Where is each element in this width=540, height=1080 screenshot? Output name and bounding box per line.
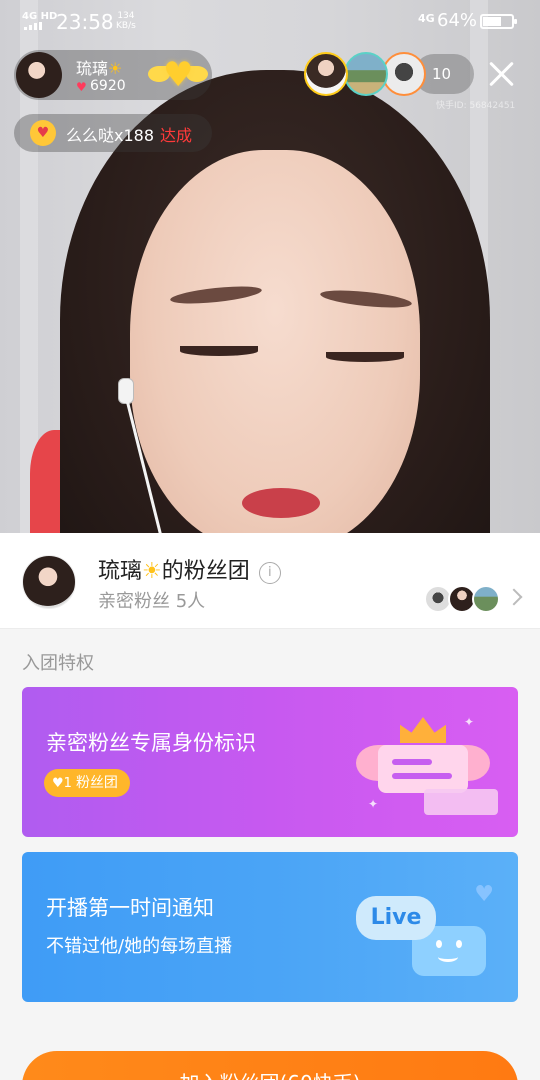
heart-level-icon: ♥1: [52, 776, 72, 791]
gold-heart-icon: ♥: [163, 55, 194, 95]
streamer-face: [130, 150, 420, 533]
fan-badge: ♥1 粉丝团: [44, 769, 130, 797]
privilege-title: 亲密粉丝专属身份标识: [46, 731, 256, 755]
kiss-emoji-icon: ♥: [30, 120, 56, 146]
live-bubble-icon: Live: [356, 896, 436, 940]
host-likes: 6920: [90, 78, 126, 94]
badge-level: 1: [63, 776, 72, 791]
nameplate-icon: [424, 789, 498, 815]
fan-group-sheet: 琉璃☀的粉丝团 i 亲密粉丝 5人 入团特权 亲密粉丝专属身份标识 ♥1 粉丝团 …: [0, 533, 540, 1080]
network-label-right: 4G: [418, 12, 435, 25]
battery-percent: 64%: [437, 10, 478, 31]
host-name-text: 琉璃: [76, 59, 109, 78]
live-video[interactable]: 4G HD 23:58 134 KB/s 4G 64% 琉璃☀ ♥ 6920 ♥…: [0, 0, 540, 533]
network-label: 4G HD: [22, 11, 58, 22]
status-bar: 4G HD 23:58 134 KB/s 4G 64%: [0, 0, 540, 44]
host-name: 琉璃☀: [76, 55, 122, 79]
sparkle-icon: ✦: [368, 797, 379, 811]
signal-icon: [24, 22, 46, 30]
viewer-avatar[interactable]: [382, 52, 426, 96]
kiss-task-text: 么么哒x188: [66, 126, 155, 145]
sun-icon: ☀: [108, 59, 123, 78]
close-icon[interactable]: [486, 58, 518, 90]
streamer-eye: [326, 352, 404, 362]
streamer-lips: [242, 488, 320, 518]
fan-group-title-suffix: 的粉丝团: [161, 559, 250, 584]
heart-icon: ♥: [474, 882, 494, 907]
join-fan-group-button[interactable]: 加入粉丝团(60快币): [22, 1051, 518, 1080]
net-speed: 134 KB/s: [116, 11, 136, 31]
fan-group-header[interactable]: 琉璃☀的粉丝团 i 亲密粉丝 5人: [0, 533, 540, 629]
privilege-card-notify: 开播第一时间通知 不错过他/她的每场直播 ♥ Live: [22, 852, 518, 1002]
fan-group-heart-button[interactable]: ♥: [148, 56, 208, 94]
fan-group-host-name: 琉璃: [98, 559, 143, 584]
viewer-avatar[interactable]: [344, 52, 388, 96]
earphone: [118, 378, 134, 404]
badge-illustration: ✦ ✦: [350, 715, 500, 817]
fan-group-title: 琉璃☀的粉丝团 i: [98, 553, 281, 585]
sparkle-icon: ✦: [464, 715, 475, 729]
streamer-eye: [180, 346, 258, 356]
privilege-card-badge: 亲密粉丝专属身份标识 ♥1 粉丝团 ✦ ✦: [22, 687, 518, 837]
live-illustration: ♥ Live: [356, 882, 496, 992]
net-speed-unit: KB/s: [116, 21, 136, 31]
fan-group-subtitle: 亲密粉丝 5人: [98, 591, 206, 612]
privilege-title: 开播第一时间通知: [46, 896, 214, 920]
kiss-task: 么么哒x188 达成: [66, 122, 192, 146]
heart-icon: ♥: [76, 80, 87, 94]
battery-icon: [480, 14, 517, 29]
member-avatar: [472, 585, 500, 613]
nameplate-icon: [378, 745, 468, 793]
host-info-pill[interactable]: 琉璃☀ ♥ 6920 ♥: [14, 50, 212, 100]
info-icon[interactable]: i: [258, 562, 281, 584]
viewer-avatar[interactable]: [304, 52, 348, 96]
fan-badge-text: 粉丝团: [75, 775, 118, 791]
privilege-subtitle: 不错过他/她的每场直播: [46, 936, 233, 957]
kiss-task-pill[interactable]: ♥ 么么哒x188 达成: [14, 114, 212, 152]
sun-icon: ☀: [142, 559, 162, 584]
clock: 23:58: [56, 10, 114, 34]
crown-icon: [400, 717, 446, 743]
host-avatar[interactable]: [22, 555, 76, 609]
host-avatar[interactable]: [16, 52, 62, 98]
section-label: 入团特权: [22, 653, 94, 674]
chevron-right-icon[interactable]: [505, 588, 523, 606]
watermark: 快手ID: 56842451: [436, 101, 516, 111]
net-speed-value: 134: [117, 11, 135, 21]
kiss-task-status: 达成: [160, 126, 193, 145]
